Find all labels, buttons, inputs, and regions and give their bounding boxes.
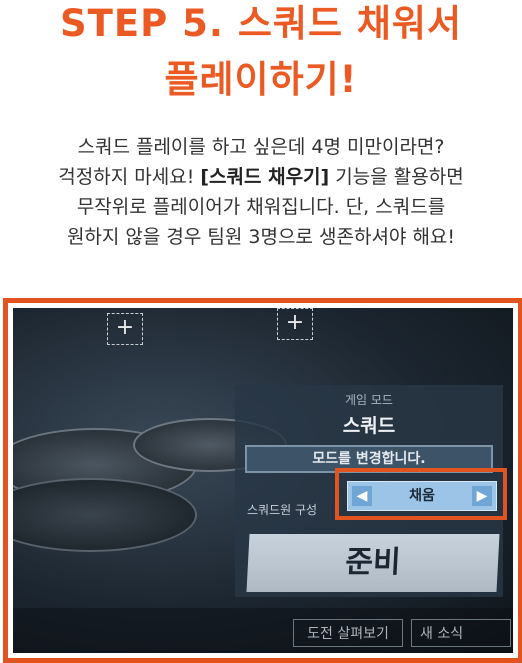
squad-composition-label: 스쿼드원 구성 <box>247 503 318 517</box>
squad-fill-highlight: [스쿼드 채우기] <box>200 166 330 188</box>
description-line3: 무작위로 플레이어가 채워집니다. 단, 스쿼드를 <box>76 196 446 218</box>
description-line2: 걱정하지 마세요! [스쿼드 채우기] 기능을 활용하면 <box>20 162 502 192</box>
add-member-icon[interactable]: + <box>277 308 313 340</box>
game-mode-value: 스쿼드 <box>342 415 396 437</box>
step-title-line1: STEP 5. 스쿼드 채워서 <box>60 2 462 45</box>
add-member-icon[interactable]: + <box>107 313 143 345</box>
highlight-box <box>335 468 507 520</box>
description-line1: 스쿼드 플레이를 하고 싶은데 4명 미만이라면? <box>77 136 445 158</box>
challenge-button[interactable]: 도전 살펴보기 <box>293 619 403 647</box>
description-text: 걱정하지 마세요! <box>58 166 201 188</box>
screenshot-frame: + + 게임 모드 스쿼드 모드를 변경합니다. 스쿼드원 구성 준비 도전 살… <box>3 298 522 663</box>
ready-button[interactable]: 준비 <box>246 534 500 592</box>
news-button[interactable]: 새 소식 <box>411 619 511 647</box>
step-title-line2: 플레이하기! <box>164 58 358 101</box>
description-line4: 원하지 않을 경우 팀원 3명으로 생존하셔야 해요! <box>66 226 456 248</box>
description: 스쿼드 플레이를 하고 싶은데 4명 미만이라면? 걱정하지 마세요! [스쿼드… <box>20 132 502 252</box>
game-mode-label: 게임 모드 <box>345 393 393 407</box>
description-text: 기능을 활용하면 <box>329 166 464 188</box>
